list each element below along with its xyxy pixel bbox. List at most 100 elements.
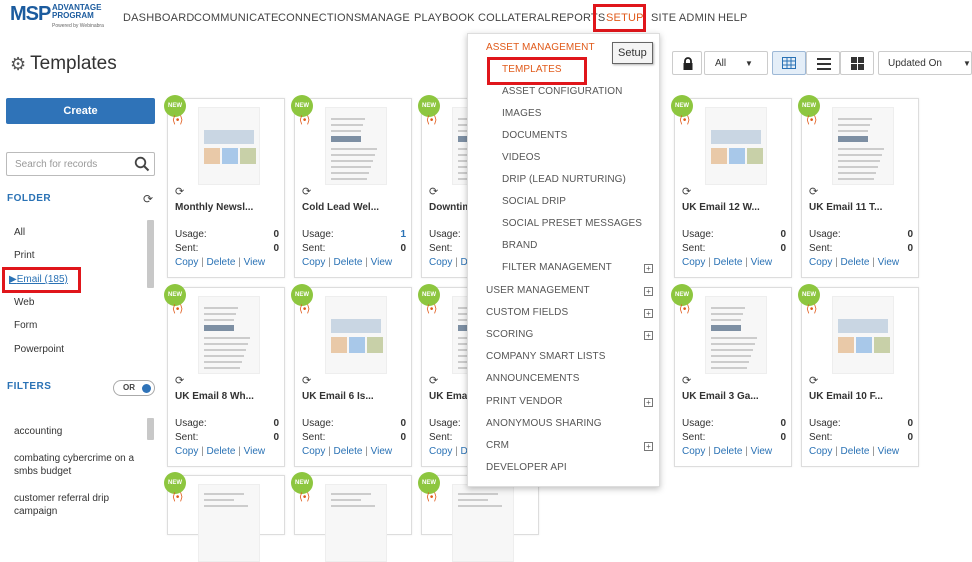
- refresh-icon[interactable]: ⟳: [809, 374, 818, 387]
- share-icon[interactable]: ⟨•⟩: [426, 304, 437, 315]
- menu-item-filter-management[interactable]: FILTER MANAGEMENT: [502, 262, 612, 273]
- share-icon[interactable]: ⟨•⟩: [172, 492, 183, 503]
- template-card[interactable]: NEW ⟨•⟩ ⟳ UK Email 3 Ga... Usage: 0 Sent: 0 Copy…: [671, 284, 792, 467]
- template-thumbnail[interactable]: [832, 107, 894, 185]
- view-link[interactable]: View: [751, 446, 773, 457]
- delete-link[interactable]: Delete: [207, 257, 236, 268]
- template-card[interactable]: NEW ⟨•⟩ ⟳ UK Email 8 Wh... Usage: 0 Sent: 0 Copy…: [164, 284, 285, 467]
- template-thumbnail[interactable]: [325, 484, 387, 562]
- template-card[interactable]: NEW ⟨•⟩: [164, 472, 285, 562]
- refresh-icon[interactable]: ⟳: [175, 374, 184, 387]
- refresh-icon[interactable]: ⟳: [429, 374, 438, 387]
- delete-link[interactable]: Delete: [841, 257, 870, 268]
- refresh-icon[interactable]: ⟳: [809, 185, 818, 198]
- template-thumbnail[interactable]: [325, 107, 387, 185]
- menu-item-announcements[interactable]: ANNOUNCEMENTS: [486, 373, 580, 384]
- share-icon[interactable]: ⟨•⟩: [299, 304, 310, 315]
- template-card[interactable]: NEW ⟨•⟩ ⟳ UK Email 10 F... Usage: 0 Sent: 0 Copy…: [798, 284, 919, 467]
- nav-communicate[interactable]: COMMUNICATE: [194, 12, 279, 24]
- template-thumbnail[interactable]: [198, 484, 260, 562]
- nav-help[interactable]: HELP: [718, 12, 748, 24]
- delete-link[interactable]: Delete: [334, 257, 363, 268]
- filters-scrollbar[interactable]: [147, 418, 154, 440]
- lock-button[interactable]: [672, 51, 702, 75]
- view-link[interactable]: View: [244, 446, 266, 457]
- view-link[interactable]: View: [371, 257, 393, 268]
- menu-item-asset-configuration[interactable]: ASSET CONFIGURATION: [502, 86, 622, 97]
- refresh-icon[interactable]: ⟳: [302, 185, 311, 198]
- view-link[interactable]: View: [878, 257, 900, 268]
- expand-icon[interactable]: +: [644, 309, 653, 318]
- menu-item-drip-lead-nurturing[interactable]: DRIP (LEAD NURTURING): [502, 174, 626, 185]
- template-card[interactable]: NEW ⟨•⟩ ⟳ Cold Lead Wel... Usage: 1 Sent: 0 Copy…: [291, 95, 412, 278]
- filter-item[interactable]: combating cybercrime on a smbs budget: [14, 452, 142, 478]
- nav-dashboard[interactable]: DASHBOARD: [123, 12, 194, 24]
- view-link[interactable]: View: [244, 257, 266, 268]
- expand-icon[interactable]: +: [644, 442, 653, 451]
- menu-item-anonymous-sharing[interactable]: ANONYMOUS SHARING: [486, 418, 602, 429]
- template-thumbnail[interactable]: [705, 107, 767, 185]
- template-thumbnail[interactable]: [452, 484, 514, 562]
- share-icon[interactable]: ⟨•⟩: [426, 492, 437, 503]
- folder-item-web[interactable]: Web: [14, 297, 34, 308]
- view-link[interactable]: View: [751, 257, 773, 268]
- share-icon[interactable]: ⟨•⟩: [299, 115, 310, 126]
- share-icon[interactable]: ⟨•⟩: [679, 304, 690, 315]
- copy-link[interactable]: Copy: [682, 446, 705, 457]
- folder-item-all[interactable]: All: [14, 227, 25, 238]
- sort-select[interactable]: Updated On ▼: [878, 51, 972, 75]
- menu-item-print-vendor[interactable]: PRINT VENDOR: [486, 396, 563, 407]
- template-card[interactable]: NEW ⟨•⟩ ⟳ UK Email 12 W... Usage: 0 Sent: 0 Copy…: [671, 95, 792, 278]
- nav-playbook[interactable]: PLAYBOOK: [414, 12, 475, 24]
- template-thumbnail[interactable]: [325, 296, 387, 374]
- menu-item-social-preset-messages[interactable]: SOCIAL PRESET MESSAGES: [502, 218, 642, 229]
- delete-link[interactable]: Delete: [207, 446, 236, 457]
- copy-link[interactable]: Copy: [809, 257, 832, 268]
- create-button[interactable]: Create: [6, 98, 155, 124]
- share-icon[interactable]: ⟨•⟩: [806, 304, 817, 315]
- delete-link[interactable]: Delete: [714, 446, 743, 457]
- copy-link[interactable]: Copy: [302, 446, 325, 457]
- scope-select[interactable]: All ▼: [704, 51, 768, 75]
- menu-item-social-drip[interactable]: SOCIAL DRIP: [502, 196, 566, 207]
- list-view-button[interactable]: [806, 51, 840, 75]
- menu-item-images[interactable]: IMAGES: [502, 108, 542, 119]
- refresh-icon[interactable]: ⟳: [682, 374, 691, 387]
- refresh-icon[interactable]: ⟳: [682, 185, 691, 198]
- copy-link[interactable]: Copy: [429, 257, 452, 268]
- view-link[interactable]: View: [371, 446, 393, 457]
- copy-link[interactable]: Copy: [809, 446, 832, 457]
- menu-item-custom-fields[interactable]: CUSTOM FIELDS: [486, 307, 568, 318]
- template-card[interactable]: NEW ⟨•⟩ ⟳ Monthly Newsl... Usage: 0 Sent: 0 Copy…: [164, 95, 285, 278]
- template-thumbnail[interactable]: [198, 107, 260, 185]
- copy-link[interactable]: Copy: [429, 446, 452, 457]
- menu-item-crm[interactable]: CRM: [486, 440, 509, 451]
- share-icon[interactable]: ⟨•⟩: [426, 115, 437, 126]
- expand-icon[interactable]: +: [644, 331, 653, 340]
- menu-item-asset-management[interactable]: ASSET MANAGEMENT: [486, 42, 595, 53]
- refresh-icon[interactable]: ⟳: [302, 374, 311, 387]
- filter-item[interactable]: accounting: [14, 425, 142, 438]
- grid-view-button[interactable]: [772, 51, 806, 75]
- nav-site-admin[interactable]: SITE ADMIN: [651, 12, 715, 24]
- expand-icon[interactable]: +: [644, 287, 653, 296]
- refresh-icon[interactable]: ⟳: [429, 185, 438, 198]
- expand-icon[interactable]: +: [644, 398, 653, 407]
- share-icon[interactable]: ⟨•⟩: [172, 304, 183, 315]
- nav-connections[interactable]: CONNECTIONS: [278, 12, 361, 24]
- template-card[interactable]: NEW ⟨•⟩ ⟳ UK Email 11 T... Usage: 0 Sent: 0 Copy…: [798, 95, 919, 278]
- folder-item-powerpoint[interactable]: Powerpoint: [14, 344, 64, 355]
- template-thumbnail[interactable]: [198, 296, 260, 374]
- share-icon[interactable]: ⟨•⟩: [679, 115, 690, 126]
- menu-item-documents[interactable]: DOCUMENTS: [502, 130, 567, 141]
- search-input[interactable]: Search for records: [6, 152, 155, 176]
- folder-item-email[interactable]: ▶Email (185): [9, 274, 68, 285]
- menu-item-user-management[interactable]: USER MANAGEMENT: [486, 285, 590, 296]
- filter-item[interactable]: customer referral drip campaign: [14, 492, 142, 518]
- copy-link[interactable]: Copy: [302, 257, 325, 268]
- or-toggle[interactable]: OR: [113, 380, 155, 396]
- template-card[interactable]: NEW ⟨•⟩: [291, 472, 412, 562]
- delete-link[interactable]: Delete: [841, 446, 870, 457]
- delete-link[interactable]: Delete: [334, 446, 363, 457]
- nav-setup[interactable]: SETUP: [606, 12, 644, 24]
